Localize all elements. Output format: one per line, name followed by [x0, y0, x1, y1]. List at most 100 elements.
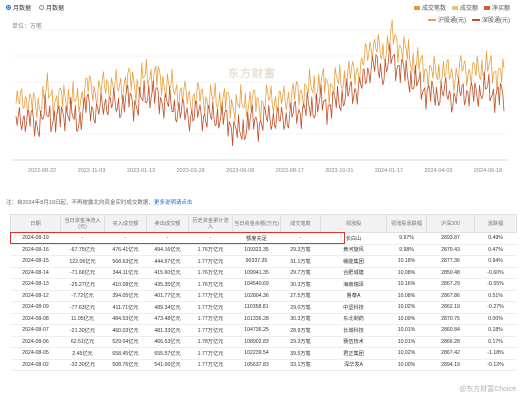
table-cell: -0.12% — [474, 359, 517, 371]
column-header[interactable]: 当日资金净流入(元) — [60, 214, 105, 233]
table-cell: 1.77万亿元 — [188, 324, 233, 337]
x-tick-label: 2023-01-13 — [127, 168, 155, 174]
chart-grid — [12, 29, 508, 161]
table-cell: 10.00% — [386, 359, 427, 371]
x-tick-label: 2024-06-18 — [474, 168, 502, 174]
table-cell: 0.51% — [474, 290, 517, 302]
table-cell[interactable]: 海南瑞泽 — [320, 278, 387, 291]
table-row[interactable]: 2024-08-07 -21.30亿元 460.03亿元 481.33亿元 1.77万亿… — [10, 324, 517, 337]
table-cell[interactable]: 鲁泰A — [320, 290, 387, 302]
table-cell: 2024-08-09 — [10, 301, 61, 314]
table-cell: 484.53亿元 — [104, 313, 147, 325]
table-row[interactable]: 2024-08-05 2.45亿元 658.45亿元 655.57亿元 1.77万亿元 1… — [10, 347, 517, 360]
table-cell: 110358.81 — [232, 301, 281, 314]
table-cell: 481.33亿元 — [146, 324, 189, 337]
table-cell: 10.01% — [386, 324, 427, 337]
table-cell[interactable]: 长城科技 — [320, 324, 387, 337]
table-cell: 102239.54 — [232, 347, 281, 360]
table-cell: 30.3万笔 — [280, 278, 321, 291]
column-header[interactable]: 成交笔数 — [280, 214, 321, 233]
table-cell: 29.0万笔 — [280, 301, 321, 314]
table-row[interactable]: 2024-08-02 -32.30亿元 508.76亿元 541.06亿元 1.77万亿… — [10, 359, 517, 371]
table-cell: 394.05亿元 — [104, 290, 147, 302]
table-cell: 11.05亿元 — [60, 313, 105, 325]
table-row[interactable]: 2024-08-09 -77.63亿元 411.71亿元 489.34亿元 1.77万亿… — [10, 301, 517, 314]
table-cell: 2024-08-02 — [10, 359, 61, 371]
table-cell: -0.27% — [474, 301, 517, 314]
table-row[interactable]: 2024-08-14 -71.66亿元 344.11亿元 415.60亿元 1.76万亿… — [10, 267, 517, 279]
column-header[interactable]: 领涨股涨跌幅 — [386, 214, 427, 233]
line-chart: 2022-08-22 2022-11-03 2023-01-13 2023-03-28… — [12, 19, 508, 174]
note-link[interactable]: 更多说明请点击 — [154, 200, 193, 206]
table-cell: -32.30亿元 — [60, 359, 105, 371]
column-header[interactable]: 卖出成交额 — [146, 214, 189, 233]
table-cell: 29.7万笔 — [280, 267, 321, 279]
table-cell: 2870.75 — [426, 313, 475, 325]
table-cell: 1.76万亿元 — [188, 278, 233, 291]
table-row[interactable]: 2024-08-15 122.06亿元 568.63亿元 444.57亿元 1.77万亿… — [10, 255, 517, 268]
table-cell: 29.3万笔 — [280, 336, 321, 348]
table-row[interactable]: 2024-08-13 -25.27亿元 410.08亿元 435.35亿元 1.76万亿… — [10, 278, 517, 291]
table-cell[interactable]: 赛伍技术 — [320, 336, 387, 348]
table-cell: 1.77万亿元 — [188, 301, 233, 314]
table-cell: 2866.28 — [426, 336, 475, 348]
table-cell: 2877.36 — [426, 255, 475, 268]
column-header[interactable]: 买入成交额 — [104, 214, 147, 233]
table-cell: 108902.83 — [232, 336, 281, 348]
table-row[interactable]: 2024-08-08 11.05亿元 484.53亿元 473.48亿元 1.77万亿元… — [10, 313, 517, 325]
table-cell: 0.18% — [474, 324, 517, 337]
table-row[interactable]: 2024-08-12 -7.72亿元 394.05亿元 401.77亿元 1.77万亿元… — [10, 290, 517, 302]
table-cell: 109322.35 — [232, 244, 281, 256]
table-cell[interactable]: 合肥城建 — [320, 267, 387, 279]
column-header[interactable]: 涨跌幅 — [474, 214, 517, 233]
table-row[interactable]: 2024-08-19- - - - 额度充足 - 长白山 9.97% 2893.87 0.49% — [10, 232, 517, 245]
weibo-watermark: @东方财富Choice — [459, 386, 516, 393]
table-cell: 31.1万笔 — [280, 255, 321, 268]
table-cell: 2024-08-07 — [10, 324, 61, 337]
brand-watermark-logo: 东方财富 — [228, 68, 276, 80]
table-cell: 2867.29 — [426, 278, 475, 291]
table-cell: 2024-08-12 — [10, 290, 61, 302]
column-header[interactable]: 历史资金累计流入 — [188, 214, 233, 233]
table-cell: 410.08亿元 — [104, 278, 147, 291]
table-cell: 28.9万笔 — [280, 324, 321, 337]
table-row[interactable]: 2024-08-16 -67.75亿元 476.41亿元 494.16亿元 1.76万亿… — [10, 244, 517, 256]
table-cell: 29.3万笔 — [280, 244, 321, 256]
table-cell: 489.34亿元 — [146, 301, 189, 314]
table-cell: 0.17% — [474, 336, 517, 348]
table-cell[interactable]: 中坚科技 — [320, 301, 387, 314]
table-cell: 109941.35 — [232, 267, 281, 279]
table-row[interactable]: 2024-08-06 62.51亿元 529.04亿元 466.53亿元 1.78万亿元… — [10, 336, 517, 348]
x-tick-label: 2023-08-17 — [276, 168, 304, 174]
table-cell[interactable]: 长白山 — [320, 232, 387, 245]
table-cell: 2894.19 — [426, 359, 475, 371]
table-cell: - — [280, 232, 321, 245]
table-cell: 额度充足 — [232, 232, 281, 245]
table-cell: 344.11亿元 — [104, 267, 147, 279]
table-cell[interactable]: 深华发A — [320, 359, 387, 371]
table-cell: - — [60, 232, 105, 245]
table-cell: 1.77万亿元 — [188, 313, 233, 325]
table-cell: 411.71亿元 — [104, 301, 147, 314]
table-cell[interactable]: 赣能集团 — [320, 255, 387, 268]
table-cell: 1.77万亿元 — [188, 290, 233, 302]
table-cell[interactable]: 东北制药 — [320, 313, 387, 325]
table-cell: 2860.84 — [426, 324, 475, 337]
table-cell[interactable]: 君正集团 — [320, 347, 387, 360]
x-axis-ticks: 2022-08-22 2022-11-03 2023-01-13 2023-03-28… — [28, 168, 502, 174]
column-header[interactable]: 当日资金余额(万元) — [232, 214, 281, 233]
column-header[interactable]: 日期 — [10, 214, 61, 233]
table-cell: 2024-08-08 — [10, 313, 61, 325]
table-cell: -67.75亿元 — [60, 244, 105, 256]
table-cell[interactable]: 黄河旋风 — [320, 244, 387, 256]
table-cell: 2862.19 — [426, 301, 475, 314]
table-cell: 476.41亿元 — [104, 244, 147, 256]
column-header[interactable]: 领涨股 — [320, 214, 387, 233]
column-header[interactable]: 沪深300 — [426, 214, 475, 233]
table-cell: 105637.83 — [232, 359, 281, 371]
table-cell: 2024-08-06 — [10, 336, 61, 348]
table-cell: 655.57亿元 — [146, 347, 189, 360]
table-cell: 10.01% — [386, 336, 427, 348]
table-cell: -1.18% — [474, 347, 517, 360]
table-cell: 104540.69 — [232, 278, 281, 291]
